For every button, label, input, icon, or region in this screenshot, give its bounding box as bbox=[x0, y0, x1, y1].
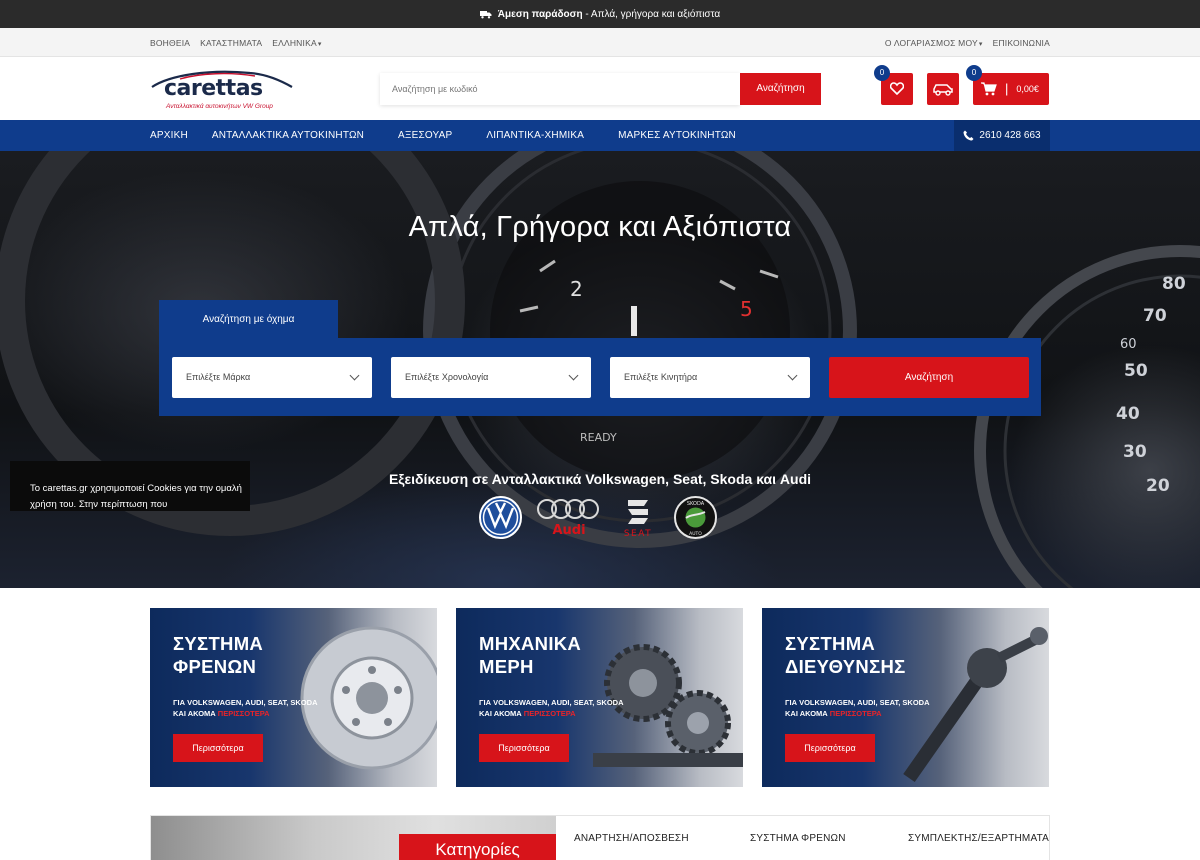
promo-title: ΣΥΣΤΗΜΑ ΔΙΕΥΘΥΝΣΗΣ bbox=[785, 633, 906, 677]
svg-text:30: 30 bbox=[1123, 442, 1147, 462]
wishlist-count-badge: 0 bbox=[874, 64, 890, 81]
category-suspension[interactable]: ΑΝΑΡΤΗΣΗ/ΑΠΟΣΒΕΣΗ bbox=[574, 833, 750, 844]
contact-link[interactable]: ΕΠΙΚΟΙΝΩΝΙΑ bbox=[993, 38, 1050, 48]
engine-select-label: Επιλέξτε Κινητήρα bbox=[624, 372, 698, 382]
vw-logo-icon[interactable] bbox=[479, 496, 522, 539]
nav-car-parts[interactable]: ΑΝΤΑΛΛΑΚΤΙΚΑ ΑΥΤΟΚΙΝΗΤΩΝ bbox=[212, 130, 364, 141]
heart-icon bbox=[890, 82, 904, 95]
vehicle-search-button[interactable]: Αναζήτηση bbox=[829, 356, 1029, 398]
promo-subtitle: ΓΙΑ VOLKSWAGEN, AUDI, SEAT, SKODA ΚΑΙ ΑΚΟ… bbox=[479, 698, 624, 718]
site-logo[interactable]: carettas Ανταλλακτικά αυτοκινήτων VW Gro… bbox=[150, 67, 295, 111]
brand-logos: Audi SEAT SKODA AUTO bbox=[479, 496, 717, 539]
chevron-down-icon bbox=[349, 370, 360, 380]
chevron-down-icon bbox=[568, 370, 579, 380]
account-menu[interactable]: Ο ΛΟΓΑΡΙΑΣΜΟΣ ΜΟΥ▾ bbox=[885, 38, 983, 48]
my-vehicle-button[interactable] bbox=[927, 72, 959, 105]
svg-text:40: 40 bbox=[1116, 404, 1140, 424]
hero-banner: 80 70 50 40 30 20 60 2 5 READY Απλά, Γρήγορα … bbox=[0, 151, 1200, 588]
chevron-down-icon bbox=[787, 370, 798, 380]
promo-title: ΜΗΧΑΝΙΚΑ ΜΕΡΗ bbox=[479, 633, 582, 677]
audi-logo-icon[interactable]: Audi bbox=[536, 496, 602, 539]
svg-text:READY: READY bbox=[580, 431, 617, 444]
svg-text:60: 60 bbox=[1120, 337, 1137, 352]
brand-select[interactable]: Επιλέξτε Μάρκα bbox=[172, 356, 372, 398]
phone-contact[interactable]: 2610 428 663 bbox=[954, 120, 1050, 151]
skoda-logo-wordmark: SKODA bbox=[687, 501, 705, 507]
brand-select-label: Επιλέξτε Μάρκα bbox=[186, 372, 251, 382]
car-icon bbox=[933, 83, 953, 96]
category-list: ΑΝΑΡΤΗΣΗ/ΑΠΟΣΒΕΣΗ ΣΥΣΤΗΜΑ ΦΡΕΝΩΝ ΣΥΜΠΛΕΚ… bbox=[556, 816, 1049, 860]
audi-logo-wordmark: Audi bbox=[552, 523, 585, 538]
promo-more-button[interactable]: Περισσότερα bbox=[785, 734, 875, 762]
promo-more-button[interactable]: Περισσότερα bbox=[173, 734, 263, 762]
promo-cards: ΣΥΣΤΗΜΑ ΦΡΕΝΩΝ ΓΙΑ VOLKSWAGEN, AUDI, SEAT… bbox=[150, 608, 1050, 787]
svg-text:50: 50 bbox=[1124, 361, 1148, 381]
promo-card-brakes[interactable]: ΣΥΣΤΗΜΑ ΦΡΕΝΩΝ ΓΙΑ VOLKSWAGEN, AUDI, SEAT… bbox=[150, 608, 437, 787]
language-selector[interactable]: ΕΛΛΗΝΙΚΑ▾ bbox=[272, 38, 321, 48]
svg-text:5: 5 bbox=[740, 297, 753, 321]
category-brakes[interactable]: ΣΥΣΤΗΜΑ ΦΡΕΝΩΝ bbox=[750, 833, 908, 844]
seat-logo-icon[interactable]: SEAT bbox=[616, 496, 660, 539]
promo-title: ΣΥΣΤΗΜΑ ΦΡΕΝΩΝ bbox=[173, 633, 264, 677]
promo-card-mechanical[interactable]: ΜΗΧΑΝΙΚΑ ΜΕΡΗ ΓΙΑ VOLKSWAGEN, AUDI, SEAT,… bbox=[456, 608, 743, 787]
promo-more-button[interactable]: Περισσότερα bbox=[479, 734, 569, 762]
phone-icon bbox=[963, 130, 974, 141]
cart-count-badge: 0 bbox=[966, 64, 982, 81]
code-search-button[interactable]: Αναζήτηση bbox=[740, 72, 821, 105]
nav-car-brands[interactable]: ΜΑΡΚΕΣ ΑΥΤΟΚΙΝΗΤΩΝ bbox=[618, 130, 736, 141]
categories-tab[interactable]: Κατηγορίες bbox=[399, 834, 556, 860]
truck-icon bbox=[479, 10, 492, 19]
svg-text:2: 2 bbox=[570, 277, 583, 301]
logo-tagline: Ανταλλακτικά αυτοκινήτων VW Group bbox=[166, 102, 273, 110]
vehicle-search-tab[interactable]: Αναζήτηση με όχημα bbox=[159, 300, 338, 338]
cart-total: 0,00€ bbox=[1016, 83, 1039, 94]
announcement-bar: Άμεση παράδοση - Απλά, γρήγορα και αξιόπ… bbox=[0, 0, 1200, 28]
logo-wordmark: carettas bbox=[164, 75, 263, 101]
chevron-down-icon: ▾ bbox=[978, 40, 983, 48]
promo-subtitle: ΓΙΑ VOLKSWAGEN, AUDI, SEAT, SKODA ΚΑΙ ΑΚΟ… bbox=[173, 698, 318, 718]
seat-logo-wordmark: SEAT bbox=[624, 529, 652, 539]
stores-link[interactable]: ΚΑΤΑΣΤΗΜΑΤΑ bbox=[200, 38, 262, 48]
nav-lubricants[interactable]: ΛΙΠΑΝΤΙΚΑ-ΧΗΜΙΚΑ bbox=[486, 130, 584, 141]
svg-text:70: 70 bbox=[1143, 306, 1167, 326]
cart-separator: | bbox=[1005, 81, 1009, 96]
cart-button[interactable]: 0 | 0,00€ bbox=[966, 64, 1049, 105]
categories-banner-image: Κατηγορίες bbox=[151, 816, 556, 860]
chevron-down-icon: ▾ bbox=[317, 40, 322, 48]
svg-text:80: 80 bbox=[1162, 274, 1186, 294]
skoda-logo-sub: AUTO bbox=[689, 531, 702, 537]
hero-title: Απλά, Γρήγορα και Αξιόπιστα bbox=[408, 211, 792, 243]
help-link[interactable]: ΒΟΗΘΕΙΑ bbox=[150, 38, 190, 48]
announcement-text: Άμεση παράδοση - Απλά, γρήγορα και αξιόπ… bbox=[497, 8, 721, 20]
phone-number: 2610 428 663 bbox=[979, 130, 1041, 141]
nav-home[interactable]: ΑΡΧΙΚΗ bbox=[150, 130, 188, 141]
promo-card-steering[interactable]: ΣΥΣΤΗΜΑ ΔΙΕΥΘΥΝΣΗΣ ΓΙΑ VOLKSWAGEN, AUDI, … bbox=[762, 608, 1049, 787]
site-header: carettas Ανταλλακτικά αυτοκινήτων VW Gro… bbox=[0, 57, 1200, 120]
engine-select[interactable]: Επιλέξτε Κινητήρα bbox=[610, 356, 810, 398]
categories-section: Κατηγορίες ΑΝΑΡΤΗΣΗ/ΑΠΟΣΒΕΣΗ ΣΥΣΤΗΜΑ ΦΡΕ… bbox=[150, 815, 1050, 860]
code-search-input[interactable] bbox=[380, 72, 740, 105]
wishlist-button[interactable]: 0 bbox=[874, 64, 913, 105]
year-select-label: Επιλέξτε Χρονολογία bbox=[405, 372, 489, 382]
vehicle-search-form: Επιλέξτε Μάρκα Επιλέξτε Χρονολογία Επιλέ… bbox=[159, 338, 1041, 416]
cart-icon bbox=[981, 81, 997, 95]
year-select[interactable]: Επιλέξτε Χρονολογία bbox=[391, 356, 591, 398]
code-search: Αναζήτηση bbox=[380, 72, 821, 105]
category-clutch[interactable]: ΣΥΜΠΛΕΚΤΗΣ/ΕΞΑΡΤΗΜΑΤΑ bbox=[908, 833, 1049, 844]
skoda-logo-icon[interactable]: SKODA AUTO bbox=[674, 496, 717, 539]
promo-subtitle: ΓΙΑ VOLKSWAGEN, AUDI, SEAT, SKODA ΚΑΙ ΑΚΟ… bbox=[785, 698, 930, 718]
cookie-notice: Το carettas.gr χρησιμοποιεί Cookies για … bbox=[10, 461, 250, 511]
main-nav: ΑΡΧΙΚΗ ΑΝΤΑΛΛΑΚΤΙΚΑ ΑΥΤΟΚΙΝΗΤΩΝ ΑΞΕΣΟΥΑΡ… bbox=[0, 120, 1200, 151]
utility-bar: ΒΟΗΘΕΙΑ ΚΑΤΑΣΤΗΜΑΤΑ ΕΛΛΗΝΙΚΑ▾ Ο ΛΟΓΑΡΙΑΣ… bbox=[0, 28, 1200, 57]
nav-accessories[interactable]: ΑΞΕΣΟΥΑΡ bbox=[398, 130, 452, 141]
